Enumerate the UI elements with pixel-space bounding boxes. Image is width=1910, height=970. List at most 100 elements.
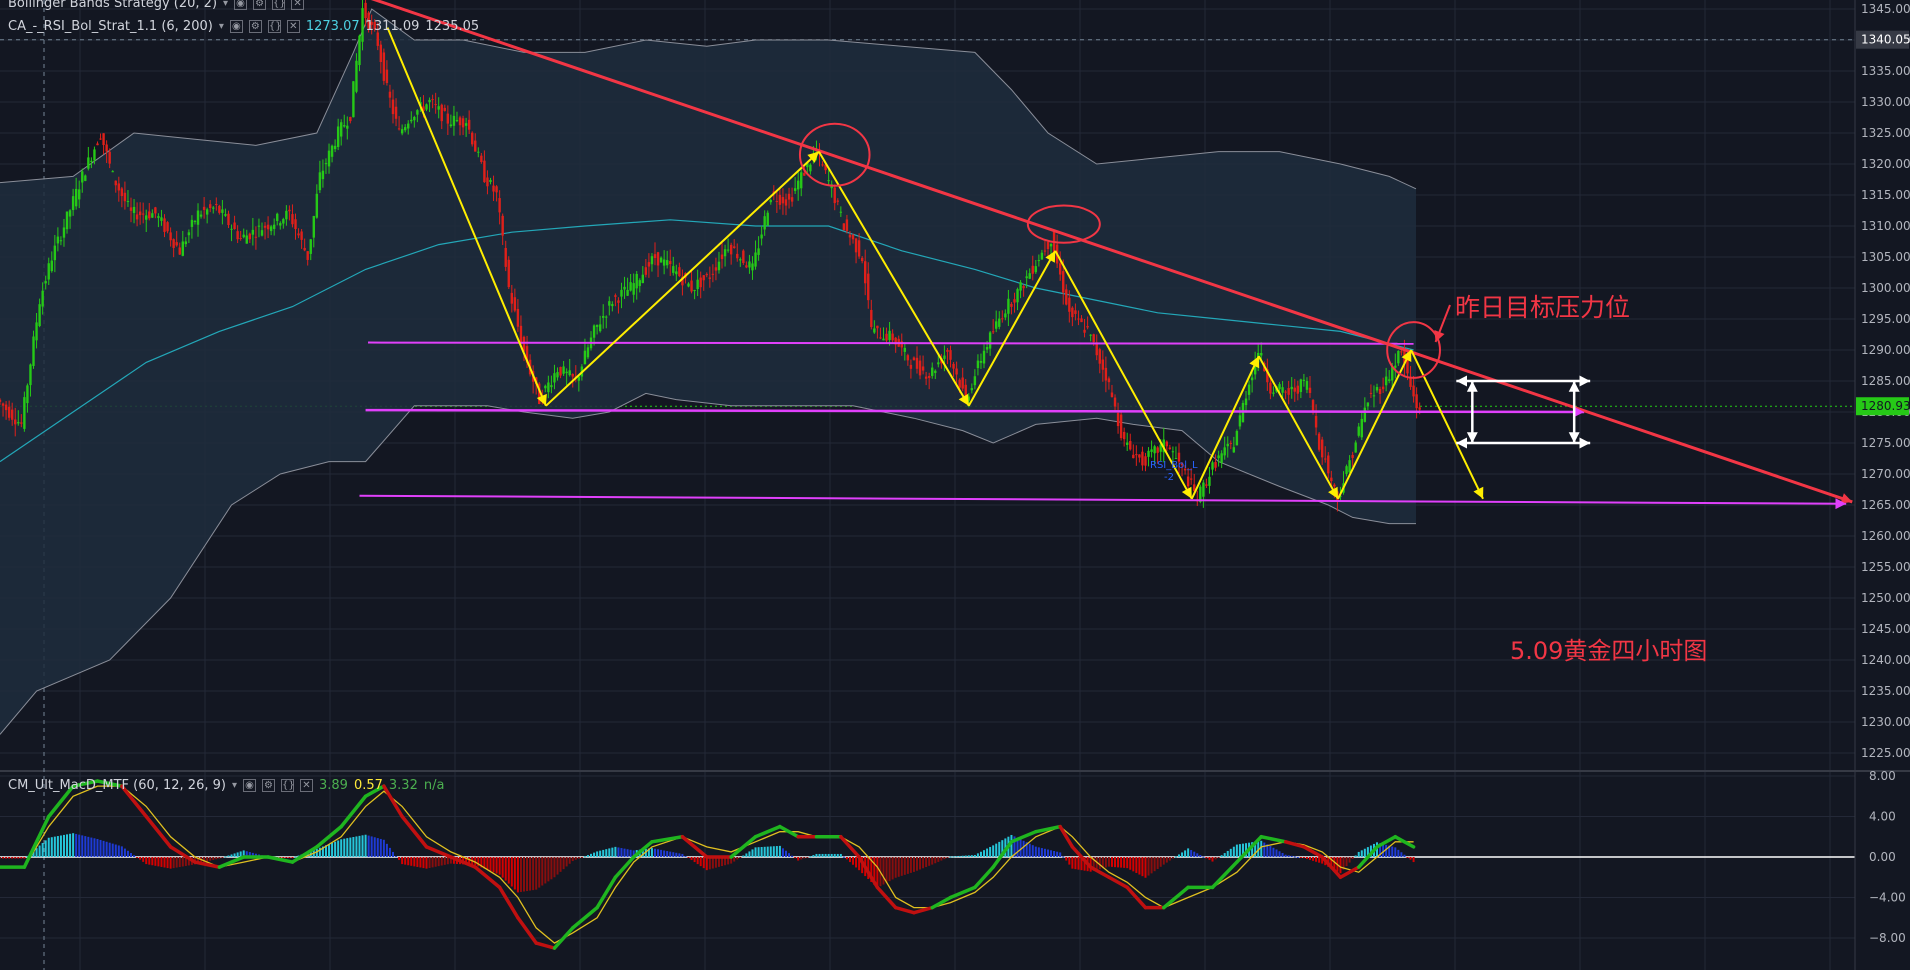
chevron-down-icon[interactable]: ▾ bbox=[223, 0, 228, 9]
candle-bear bbox=[949, 350, 952, 360]
candle-bull bbox=[976, 360, 980, 369]
chevron-down-icon[interactable]: ▾ bbox=[219, 21, 224, 32]
main-legend[interactable]: Bollinger Bands Strategy (20, 2) ▾ ◉ ⚙ {… bbox=[8, 0, 305, 12]
candle-bear bbox=[1104, 367, 1108, 381]
eye-icon[interactable]: ◉ bbox=[234, 0, 248, 10]
candle-bear bbox=[431, 99, 434, 101]
macd-histogram-bar bbox=[781, 848, 784, 857]
candle-bull bbox=[1394, 365, 1397, 368]
candle-bear bbox=[705, 274, 708, 276]
settings-icon[interactable]: ⚙ bbox=[262, 778, 275, 792]
macd-histogram-bar bbox=[117, 845, 120, 857]
macd-histogram-bar bbox=[1211, 857, 1214, 862]
candle-bear bbox=[860, 257, 864, 262]
macd-tick-label: 8.00 bbox=[1869, 769, 1896, 783]
macd-histogram-bar bbox=[1162, 857, 1165, 865]
macd-histogram-bar bbox=[550, 857, 553, 880]
candle-bull bbox=[151, 213, 154, 218]
candle-bull bbox=[71, 196, 75, 211]
macd-histogram-bar bbox=[428, 857, 431, 869]
macd-histogram-bar bbox=[1199, 854, 1202, 857]
macd-histogram-bar bbox=[486, 857, 489, 870]
macd-histogram-bar bbox=[510, 857, 513, 887]
candle-bull bbox=[1302, 379, 1306, 382]
candle-bear bbox=[388, 91, 392, 98]
macd-histogram-bar bbox=[602, 849, 605, 857]
candle-bear bbox=[474, 140, 477, 152]
macd-histogram-bar bbox=[580, 857, 583, 858]
candle-bull bbox=[193, 220, 197, 222]
candle-bull bbox=[145, 215, 148, 220]
macd-histogram-bar bbox=[1141, 857, 1144, 877]
source-icon[interactable]: {} bbox=[272, 0, 286, 10]
candle-bull bbox=[26, 385, 29, 404]
candle-bear bbox=[1229, 442, 1232, 444]
candle-bear bbox=[169, 232, 172, 241]
macd-histogram-bar bbox=[617, 847, 620, 857]
candle-bear bbox=[1113, 397, 1117, 407]
close-icon[interactable]: ✕ bbox=[286, 19, 300, 33]
candle-bear bbox=[507, 259, 510, 288]
macd-histogram-bar bbox=[1132, 857, 1135, 872]
macd-histogram-bar bbox=[964, 855, 967, 857]
close-icon[interactable]: ✕ bbox=[291, 0, 305, 10]
macd-histogram-bar bbox=[331, 842, 334, 857]
candle-bull bbox=[675, 271, 678, 275]
macd-histogram-bar bbox=[608, 848, 611, 857]
candle-bear bbox=[1071, 307, 1074, 318]
macd-histogram-bar bbox=[660, 849, 663, 857]
macd-histogram-bar bbox=[328, 844, 331, 857]
macd-histogram-bar bbox=[751, 849, 754, 857]
candle-bear bbox=[480, 155, 483, 162]
candle-bear bbox=[848, 234, 852, 238]
candle-bear bbox=[781, 197, 785, 204]
macd-histogram-bar bbox=[696, 857, 699, 865]
macd-histogram-bar bbox=[1363, 848, 1366, 857]
settings-icon[interactable]: ⚙ bbox=[253, 0, 267, 10]
candle-bull bbox=[873, 328, 876, 333]
candle-bull bbox=[477, 151, 480, 153]
macd-histogram-bar bbox=[111, 843, 114, 857]
macd-histogram-bar bbox=[778, 845, 781, 857]
macd-histogram-bar bbox=[848, 857, 851, 863]
macd-histogram-bar bbox=[221, 857, 224, 858]
candle-bear bbox=[614, 295, 617, 297]
chevron-down-icon[interactable]: ▾ bbox=[232, 780, 237, 791]
macd-histogram-bar bbox=[806, 857, 809, 858]
macd-histogram-bar bbox=[1360, 850, 1363, 857]
candle-bull bbox=[1388, 379, 1391, 381]
candle-bull bbox=[547, 382, 550, 393]
chart-canvas[interactable]: 1345.001340.001335.001330.001325.001320.… bbox=[0, 0, 1910, 970]
candle-bear bbox=[467, 119, 471, 130]
candle-bear bbox=[647, 262, 651, 267]
macd-histogram-bar bbox=[1272, 847, 1275, 857]
candle-bear bbox=[513, 297, 517, 311]
macd-histogram-bar bbox=[568, 857, 571, 864]
candle-bear bbox=[571, 373, 574, 377]
candle-bear bbox=[690, 280, 693, 292]
macd-histogram-bar bbox=[75, 833, 78, 857]
candle-bull bbox=[87, 157, 90, 169]
close-icon[interactable]: ✕ bbox=[300, 778, 313, 792]
eye-icon[interactable]: ◉ bbox=[229, 19, 243, 33]
macd-histogram-bar bbox=[288, 857, 291, 858]
macd-histogram-bar bbox=[422, 857, 425, 869]
candle-bull bbox=[1247, 384, 1251, 395]
settings-icon[interactable]: ⚙ bbox=[248, 19, 262, 33]
macd-histogram-bar bbox=[154, 857, 157, 866]
macd-histogram-bar bbox=[38, 845, 41, 857]
macd-legend[interactable]: CM_Ult_MacD_MTF (60, 12, 26, 9) ▾ ◉ ⚙ {}… bbox=[8, 776, 444, 794]
macd-histogram-bar bbox=[361, 835, 364, 857]
macd-histogram-bar bbox=[1193, 851, 1196, 857]
candle-bear bbox=[123, 192, 127, 202]
macd-histogram-bar bbox=[1226, 850, 1229, 857]
source-icon[interactable]: {} bbox=[267, 19, 282, 33]
eye-icon[interactable]: ◉ bbox=[243, 778, 256, 792]
macd-histogram-bar bbox=[66, 834, 69, 857]
candle-bull bbox=[196, 210, 200, 225]
macd-histogram-bar bbox=[407, 857, 410, 866]
price-tick-label: 1320.00 bbox=[1861, 157, 1910, 171]
macd-histogram-bar bbox=[1159, 857, 1162, 867]
source-icon[interactable]: {} bbox=[281, 778, 295, 792]
rsi-legend[interactable]: CA_-_RSI_Bol_Strat_1.1 (6, 200) ▾ ◉ ⚙ {}… bbox=[8, 17, 479, 35]
